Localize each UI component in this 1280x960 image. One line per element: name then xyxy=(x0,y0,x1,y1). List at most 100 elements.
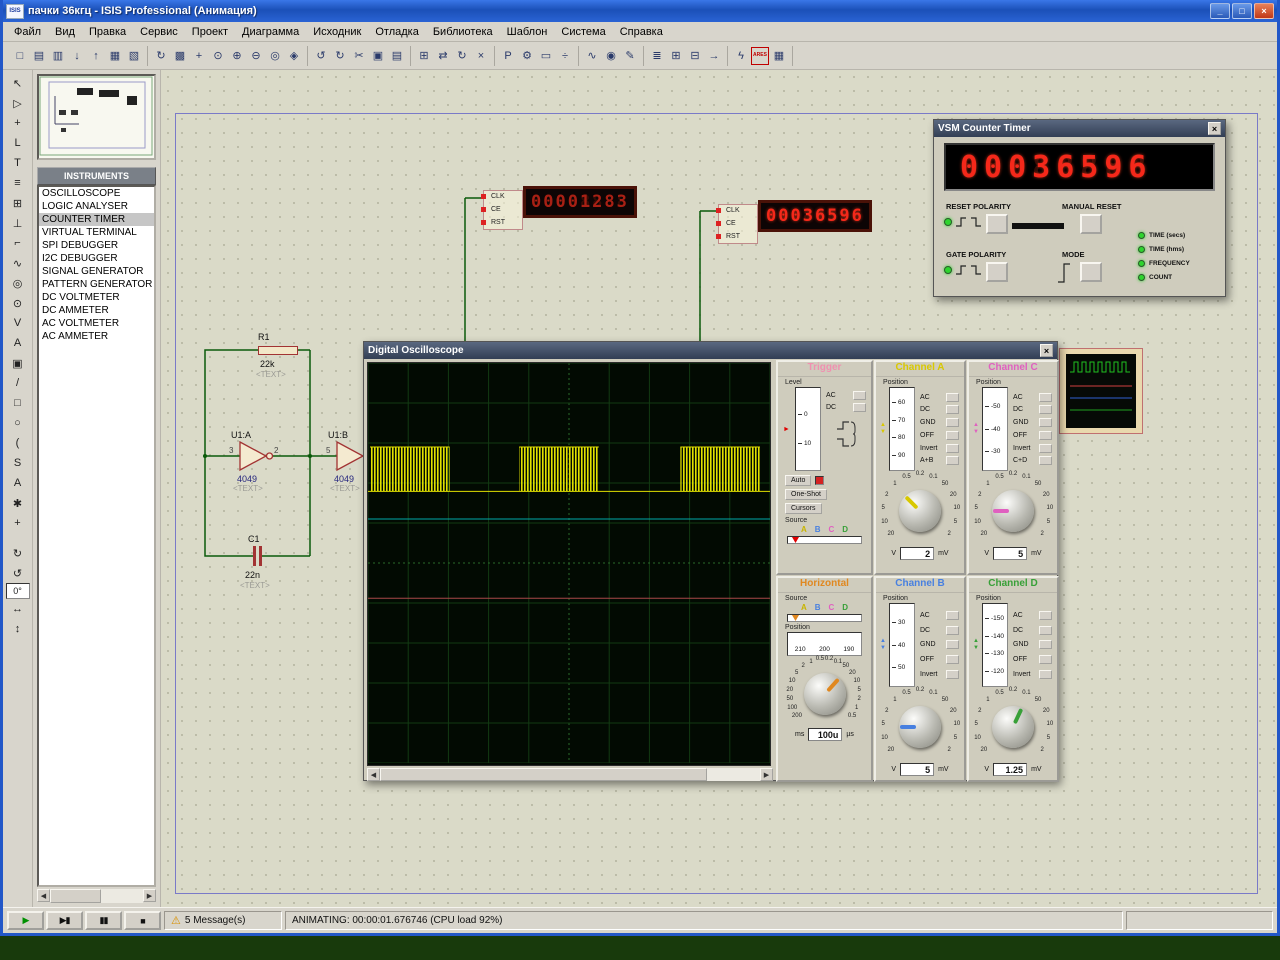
bus-mode-tool[interactable]: ≡ xyxy=(7,173,29,193)
new-sheet-icon[interactable]: ⊞ xyxy=(667,47,685,65)
horizontal-source-slider[interactable] xyxy=(787,614,862,622)
menu-item[interactable]: Шаблон xyxy=(500,24,555,40)
source-letter[interactable]: A xyxy=(801,525,807,534)
circle-2d-tool[interactable]: ○ xyxy=(7,413,29,433)
open-design-icon[interactable]: ▤ xyxy=(30,47,48,65)
instrument-list-item[interactable]: PATTERN GENERATOR xyxy=(39,278,154,291)
source-letter[interactable]: C xyxy=(829,525,835,534)
menu-item[interactable]: Сервис xyxy=(133,24,185,40)
close-icon[interactable]: × xyxy=(1040,344,1053,357)
channel-toggle-button[interactable] xyxy=(946,405,959,414)
text-2d-tool[interactable]: A xyxy=(7,473,29,493)
import-section-icon[interactable]: ↓ xyxy=(68,47,86,65)
oscilloscope-component[interactable] xyxy=(1059,348,1143,434)
counter-mode-option[interactable]: TIME (secs) xyxy=(1138,228,1190,242)
rotate-clockwise-icon[interactable]: ↻ xyxy=(7,543,29,563)
graph-mode-tool[interactable]: ∿ xyxy=(7,253,29,273)
path-2d-tool[interactable]: S xyxy=(7,453,29,473)
channel-toggle-button[interactable] xyxy=(1039,670,1052,679)
mark-output-area-icon[interactable]: ▧ xyxy=(125,47,143,65)
packaging-tool-icon[interactable]: ▭ xyxy=(537,47,555,65)
redo-icon[interactable]: ↻ xyxy=(331,47,349,65)
block-rotate-icon[interactable]: ↻ xyxy=(453,47,471,65)
counter-display-1[interactable]: CLKCERST 8888888800001283 xyxy=(483,186,637,230)
menu-item[interactable]: Правка xyxy=(82,24,133,40)
scroll-left-icon[interactable]: ◀ xyxy=(37,889,50,902)
source-letter[interactable]: B xyxy=(815,525,821,534)
symbol-2d-tool[interactable]: ✱ xyxy=(7,493,29,513)
virtual-instruments-tool[interactable]: ▣ xyxy=(7,353,29,373)
redraw-icon[interactable]: ↻ xyxy=(152,47,170,65)
channel-toggle-button[interactable] xyxy=(1039,405,1052,414)
trigger-level-slider[interactable]: 010 xyxy=(795,387,821,471)
channel-toggle-button[interactable] xyxy=(1039,418,1052,427)
channel-toggle-button[interactable] xyxy=(946,431,959,440)
wire-autorouter-icon[interactable]: ∿ xyxy=(583,47,601,65)
device-pin-tool[interactable]: ⌐ xyxy=(7,233,29,253)
mirror-horizontal-icon[interactable]: ↔ xyxy=(7,599,29,619)
undo-icon[interactable]: ↺ xyxy=(312,47,330,65)
counter-display-2[interactable]: CLKCERST 8888888800036596 xyxy=(718,200,872,244)
scroll-right-icon[interactable]: ▶ xyxy=(143,889,156,902)
manual-reset-slider[interactable] xyxy=(1012,223,1064,229)
scroll-left-icon[interactable]: ◀ xyxy=(367,768,380,781)
animation-control-button[interactable]: ▶▮ xyxy=(46,911,83,930)
component-mode-tool[interactable]: ▷ xyxy=(7,93,29,113)
instrument-list-item[interactable]: LOGIC ANALYSER xyxy=(39,200,154,213)
vsm-counter-timer-titlebar[interactable]: VSM Counter Timer × xyxy=(934,120,1225,137)
menu-item[interactable]: Система xyxy=(554,24,612,40)
channel-a-position-slider[interactable]: 60708090 xyxy=(889,387,915,471)
cut-icon[interactable]: ✂ xyxy=(350,47,368,65)
mode-button[interactable] xyxy=(1080,262,1102,282)
junction-dot-tool[interactable]: + xyxy=(7,113,29,133)
export-section-icon[interactable]: ↑ xyxy=(87,47,105,65)
instrument-list-item[interactable]: VIRTUAL TERMINAL xyxy=(39,226,154,239)
instrument-list-item[interactable]: OSCILLOSCOPE xyxy=(39,187,154,200)
channel-toggle-button[interactable] xyxy=(1039,655,1052,664)
zoom-all-icon[interactable]: ◎ xyxy=(266,47,284,65)
center-at-cursor-icon[interactable]: ⊙ xyxy=(209,47,227,65)
source-letter[interactable]: D xyxy=(842,525,848,534)
source-letter[interactable]: B xyxy=(815,603,821,612)
menu-item[interactable]: Исходник xyxy=(306,24,368,40)
counter-mode-option[interactable]: TIME (hms) xyxy=(1138,242,1190,256)
netlist-ares-icon[interactable]: ARES xyxy=(751,47,769,65)
counter-mode-option[interactable]: COUNT xyxy=(1138,270,1190,284)
instrument-list-item[interactable]: COUNTER TIMER xyxy=(39,213,154,226)
message-cell[interactable]: ⚠ 5 Message(s) xyxy=(164,911,282,930)
trigger-oneshot-button[interactable]: One-Shot xyxy=(785,489,827,500)
menu-item[interactable]: Файл xyxy=(7,24,48,40)
trigger-source-slider[interactable] xyxy=(787,536,862,544)
search-tag-icon[interactable]: ◉ xyxy=(602,47,620,65)
channel-c-gain-knob[interactable]: 20105210.50.20.150201052 xyxy=(969,473,1057,543)
block-move-icon[interactable]: ⇄ xyxy=(434,47,452,65)
schematic-overview[interactable] xyxy=(37,74,156,160)
rotate-anticlockwise-icon[interactable]: ↺ xyxy=(7,563,29,583)
source-letter[interactable]: A xyxy=(801,603,807,612)
toggle-grid-icon[interactable]: ▩ xyxy=(171,47,189,65)
horizontal-source-marker[interactable] xyxy=(792,615,799,621)
instrument-list-item[interactable]: I2C DEBUGGER xyxy=(39,252,154,265)
text-script-tool[interactable]: T xyxy=(7,153,29,173)
marker-2d-tool[interactable]: + xyxy=(7,513,29,533)
channel-toggle-button[interactable] xyxy=(1039,611,1052,620)
property-assignment-icon[interactable]: ✎ xyxy=(621,47,639,65)
menu-item[interactable]: Вид xyxy=(48,24,82,40)
instrument-list-item[interactable]: DC VOLTMETER xyxy=(39,291,154,304)
channel-a-gain-knob[interactable]: 20105210.50.20.150201052 xyxy=(876,473,964,543)
component-resistor-r1[interactable]: R1 22k <TEXT> xyxy=(247,328,317,384)
position-arrows[interactable]: ▲▼ xyxy=(879,638,887,652)
trigger-edge-icon[interactable] xyxy=(835,419,857,449)
maximize-icon[interactable]: □ xyxy=(1232,3,1252,19)
channel-toggle-button[interactable] xyxy=(1039,456,1052,465)
trigger-coupling-button[interactable] xyxy=(853,391,866,400)
channel-toggle-button[interactable] xyxy=(946,456,959,465)
menu-item[interactable]: Проект xyxy=(185,24,235,40)
channel-toggle-button[interactable] xyxy=(946,444,959,453)
menu-item[interactable]: Библиотека xyxy=(426,24,500,40)
channel-c-position-slider[interactable]: -50-40-30 xyxy=(982,387,1008,471)
menu-item[interactable]: Диаграмма xyxy=(235,24,306,40)
component-capacitor-c1[interactable]: C1 22n <TEXT> xyxy=(231,534,301,594)
oscilloscope-titlebar[interactable]: Digital Oscilloscope × xyxy=(364,342,1057,359)
object-selector-scrollbar[interactable]: ◀ ▶ xyxy=(37,889,156,903)
